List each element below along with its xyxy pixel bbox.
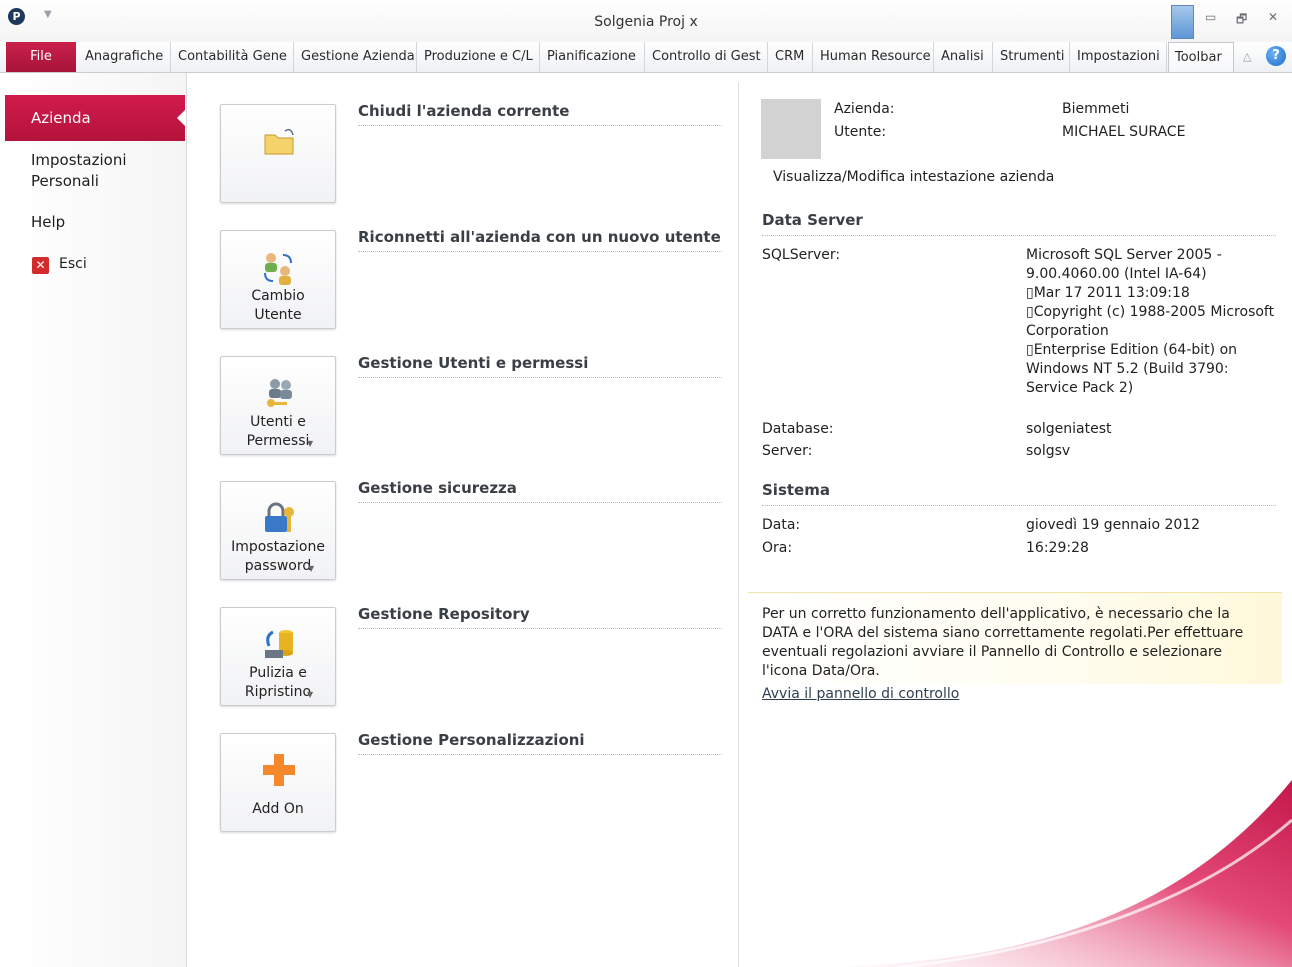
- users-permissions-button[interactable]: Utenti e Permessi ▼: [220, 356, 336, 455]
- dropdown-arrow-icon: ▼: [307, 690, 314, 699]
- tab-crm[interactable]: CRM: [769, 42, 813, 72]
- database-label: Database:: [762, 421, 834, 437]
- heading-sistema: Sistema: [762, 481, 1276, 506]
- restore-button[interactable]: 🗗: [1236, 10, 1247, 31]
- decorative-swoosh: [840, 780, 1292, 967]
- lock-key-icon: [265, 502, 294, 532]
- notice-text: Per un corretto funzionamento dell'appli…: [762, 606, 1244, 679]
- nav-item-esci[interactable]: Esci: [59, 254, 87, 275]
- title-bar: P ▼ Solgenia Proj x ▭ 🗗 ✕: [0, 0, 1292, 42]
- database-restore-icon: [265, 630, 293, 658]
- tab-file[interactable]: File: [6, 42, 76, 72]
- close-company-button[interactable]: [220, 104, 336, 203]
- dropdown-arrow-icon: ▼: [307, 439, 314, 448]
- password-settings-button[interactable]: Impostazione password ▼: [220, 481, 336, 580]
- tab-gestione-azienda[interactable]: Gestione Azienda: [295, 42, 417, 72]
- tab-toolbar[interactable]: Toolbar: [1168, 42, 1234, 72]
- sqlserver-value: Microsoft SQL Server 2005 - 9.00.4060.00…: [1026, 247, 1275, 396]
- heading-data-server: Data Server: [762, 211, 1276, 236]
- minimize-button[interactable]: ▭: [1205, 10, 1216, 24]
- sqlserver-label: SQLServer:: [762, 247, 841, 263]
- date-time-notice: Per un corretto funzionamento dell'appli…: [748, 592, 1282, 702]
- database-value: solgeniatest: [1026, 421, 1112, 437]
- heading-repository: Gestione Repository: [358, 605, 722, 629]
- company-logo-placeholder: [761, 99, 821, 159]
- nav-item-impostazioni-personali[interactable]: Impostazioni Personali: [31, 150, 127, 192]
- azienda-value: Biemmeti: [1062, 101, 1130, 117]
- users-switch-icon: [264, 253, 292, 285]
- utente-value: MICHAEL SURACE: [1062, 124, 1186, 140]
- server-value: solgsv: [1026, 443, 1071, 459]
- command-label: Utenti e Permessi: [246, 414, 310, 449]
- command-label: Add On: [252, 801, 304, 817]
- nav-item-help[interactable]: Help: [31, 212, 65, 233]
- change-user-button[interactable]: Cambio Utente: [220, 230, 336, 329]
- heading-reconnect: Riconnetti all'azienda con un nuovo uten…: [358, 228, 722, 252]
- collapse-ribbon-icon[interactable]: △: [1243, 50, 1251, 63]
- tab-anagrafiche[interactable]: Anagrafiche: [79, 42, 171, 72]
- heading-customizations: Gestione Personalizzazioni: [358, 731, 722, 755]
- tab-contabilita[interactable]: Contabilità Gene: [172, 42, 294, 72]
- plus-icon: [263, 754, 295, 786]
- help-icon[interactable]: ?: [1266, 46, 1286, 66]
- nav-item-azienda[interactable]: Azienda: [5, 95, 186, 141]
- ribbon-toggle-button[interactable]: [1171, 5, 1194, 39]
- panel-divider: [738, 82, 739, 967]
- server-label: Server:: [762, 443, 813, 459]
- backstage-nav: Azienda Impostazioni Personali Help ✕ Es…: [5, 73, 187, 967]
- window-title: Solgenia Proj x: [594, 14, 698, 30]
- azienda-label: Azienda:: [834, 101, 895, 117]
- heading-close-company: Chiudi l'azienda corrente: [358, 102, 722, 126]
- date-label: Data:: [762, 517, 801, 533]
- edit-company-header-link[interactable]: Visualizza/Modifica intestazione azienda: [773, 168, 1054, 187]
- date-value: giovedì 19 gennaio 2012: [1026, 517, 1201, 533]
- exit-icon: ✕: [32, 257, 49, 274]
- folder-icon: [264, 128, 294, 155]
- tab-controllo-gestione[interactable]: Controllo di Gest: [646, 42, 768, 72]
- utente-label: Utente:: [834, 124, 887, 140]
- command-label: Pulizia e Ripristino: [244, 665, 312, 700]
- time-label: Ora:: [762, 540, 793, 556]
- cleanup-restore-button[interactable]: Pulizia e Ripristino ▼: [220, 607, 336, 706]
- heading-security: Gestione sicurezza: [358, 479, 722, 503]
- tab-analisi[interactable]: Analisi: [935, 42, 993, 72]
- time-value: 16:29:28: [1026, 540, 1089, 556]
- tab-human-resource[interactable]: Human Resource: [814, 42, 934, 72]
- tab-pianificazione[interactable]: Pianificazione: [541, 42, 645, 72]
- heading-users-permissions: Gestione Utenti e permessi: [358, 354, 722, 378]
- tab-produzione[interactable]: Produzione e C/L: [418, 42, 540, 72]
- dropdown-arrow-icon: ▼: [308, 564, 315, 573]
- open-control-panel-link[interactable]: Avvia il pannello di controllo: [762, 685, 1268, 704]
- ribbon-tabs: File Anagrafiche Contabilità Gene Gestio…: [0, 42, 1292, 73]
- command-label: Cambio Utente: [251, 288, 305, 323]
- users-key-icon: [267, 379, 292, 407]
- add-on-button[interactable]: Add On: [220, 733, 336, 832]
- command-label: Impostazione password: [231, 539, 325, 574]
- tab-strumenti[interactable]: Strumenti: [994, 42, 1070, 72]
- close-button[interactable]: ✕: [1268, 10, 1278, 24]
- tab-impostazioni[interactable]: Impostazioni: [1071, 42, 1167, 72]
